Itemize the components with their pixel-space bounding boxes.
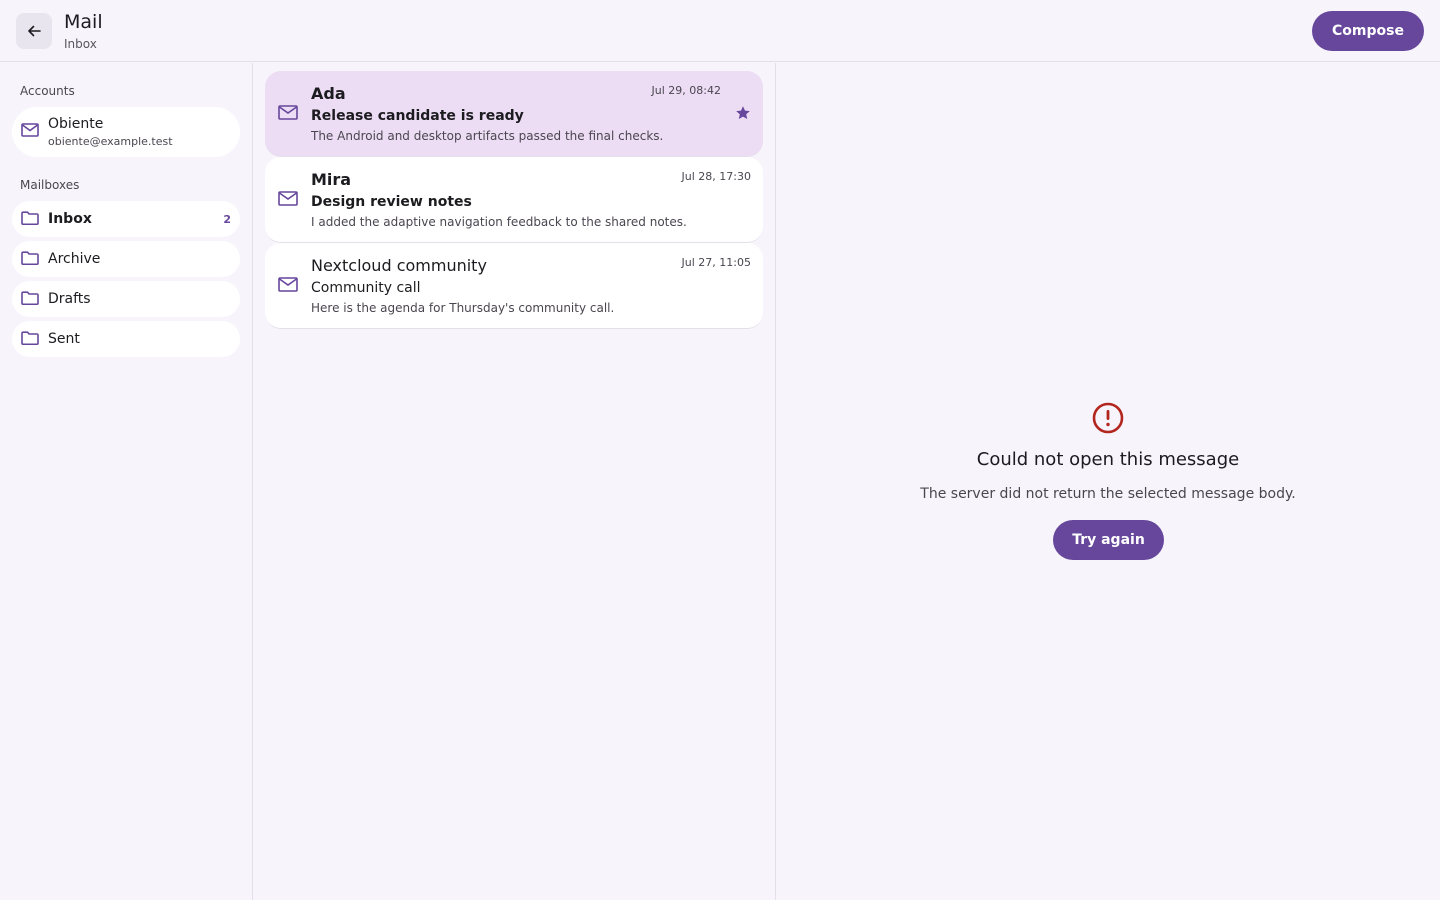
message-list: Ada Release candidate is ready The Andro…	[253, 63, 776, 900]
current-mailbox-subtitle: Inbox	[64, 37, 97, 51]
compose-button[interactable]: Compose	[1312, 11, 1424, 51]
folder-icon	[21, 251, 39, 265]
message-preview: I added the adaptive navigation feedback…	[311, 215, 687, 229]
top-app-bar: Mail Inbox Compose	[0, 0, 1440, 62]
message-timestamp: Jul 29, 08:42	[651, 84, 721, 97]
mailbox-drafts[interactable]: Drafts	[12, 281, 240, 317]
message-preview: The Android and desktop artifacts passed…	[311, 129, 664, 143]
mail-icon	[278, 191, 298, 206]
folder-icon	[21, 331, 39, 345]
mailboxes-heading: Mailboxes	[20, 178, 80, 192]
reading-pane: Could not open this message The server d…	[776, 63, 1440, 900]
message-sender: Mira	[311, 170, 352, 189]
mail-icon	[21, 123, 39, 137]
mail-icon	[278, 105, 298, 120]
mailbox-label: Sent	[48, 331, 80, 347]
folder-icon	[21, 291, 39, 305]
mailbox-label: Inbox	[48, 211, 92, 227]
message-item[interactable]: Mira Design review notes I added the ada…	[265, 157, 763, 243]
message-timestamp: Jul 27, 11:05	[681, 256, 751, 269]
message-sender: Ada	[311, 84, 346, 103]
message-subject: Release candidate is ready	[311, 108, 524, 124]
error-message: The server did not return the selected m…	[920, 486, 1296, 502]
app-title: Mail	[64, 11, 103, 33]
error-title: Could not open this message	[976, 449, 1240, 470]
arrow-back-icon	[28, 25, 41, 37]
error-icon	[1092, 402, 1124, 434]
message-item[interactable]: Ada Release candidate is ready The Andro…	[265, 71, 763, 157]
mailbox-sent[interactable]: Sent	[12, 321, 240, 357]
accounts-heading: Accounts	[20, 84, 75, 98]
star-icon[interactable]	[735, 105, 751, 121]
account-email: obiente@example.test	[48, 135, 173, 148]
mail-icon	[278, 277, 298, 292]
mailbox-inbox[interactable]: Inbox 2	[12, 201, 240, 237]
sidebar: Accounts Obiente obiente@example.test Ma…	[0, 63, 253, 900]
account-item[interactable]: Obiente obiente@example.test	[12, 107, 240, 157]
mailbox-label: Drafts	[48, 291, 91, 307]
unread-count-badge: 2	[223, 213, 231, 226]
account-name: Obiente	[48, 116, 104, 132]
back-button[interactable]	[16, 13, 52, 49]
mailbox-label: Archive	[48, 251, 101, 267]
message-preview: Here is the agenda for Thursday's commun…	[311, 301, 615, 315]
message-subject: Community call	[311, 280, 421, 296]
mailbox-archive[interactable]: Archive	[12, 241, 240, 277]
message-subject: Design review notes	[311, 194, 472, 210]
folder-icon	[21, 211, 39, 225]
message-item[interactable]: Nextcloud community Community call Here …	[265, 243, 763, 329]
try-again-button[interactable]: Try again	[1053, 520, 1164, 560]
message-sender: Nextcloud community	[311, 256, 487, 275]
message-timestamp: Jul 28, 17:30	[681, 170, 751, 183]
